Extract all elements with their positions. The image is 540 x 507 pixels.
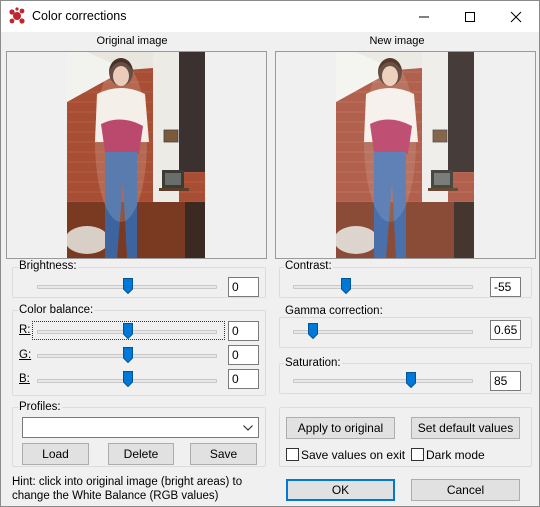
r-value-field[interactable]: 0: [228, 321, 259, 341]
hint-line-1: Hint: click into original image (bright …: [12, 476, 243, 488]
color-balance-label: Color balance:: [18, 304, 95, 316]
saturation-slider-track[interactable]: [293, 379, 473, 383]
hint-text: Hint: click into original image (bright …: [12, 475, 272, 503]
title-bar: Color corrections: [1, 1, 539, 32]
color-corrections-dialog: Color corrections Original image New ima…: [0, 0, 540, 507]
dark-mode-checkbox[interactable]: [411, 448, 424, 461]
maximize-button[interactable]: [447, 1, 493, 32]
save-profile-button[interactable]: Save: [190, 443, 257, 465]
b-slider-thumb[interactable]: [123, 371, 133, 387]
new-image-label: New image: [369, 35, 425, 47]
cancel-button[interactable]: Cancel: [411, 479, 520, 501]
close-button[interactable]: [493, 1, 539, 32]
window-title: Color corrections: [32, 9, 127, 23]
gamma-label: Gamma correction:: [284, 305, 384, 317]
r-slider-thumb[interactable]: [123, 323, 133, 339]
saturation-value-field[interactable]: 85: [490, 371, 521, 391]
app-icon: [9, 7, 25, 24]
contrast-slider-track[interactable]: [293, 285, 473, 289]
saturation-label: Saturation:: [284, 357, 342, 369]
original-image-label: Original image: [96, 35, 168, 47]
apply-to-original-button[interactable]: Apply to original: [286, 417, 395, 439]
chevron-down-icon: [243, 425, 253, 431]
save-values-on-exit-checkbox[interactable]: [286, 448, 299, 461]
close-icon: [510, 11, 522, 23]
profiles-label: Profiles:: [18, 401, 62, 413]
b-label: B:: [19, 373, 30, 385]
brightness-label: Brightness:: [18, 260, 78, 272]
gamma-slider-thumb[interactable]: [308, 323, 318, 339]
load-button[interactable]: Load: [22, 443, 89, 465]
gamma-slider-track[interactable]: [293, 330, 473, 334]
contrast-value-field[interactable]: -55: [490, 277, 521, 297]
saturation-slider-thumb[interactable]: [406, 372, 416, 388]
contrast-slider-thumb[interactable]: [341, 278, 351, 294]
contrast-label: Contrast:: [284, 260, 333, 272]
delete-button[interactable]: Delete: [108, 443, 174, 465]
brightness-value-field[interactable]: 0: [228, 277, 259, 297]
ok-button[interactable]: OK: [286, 479, 395, 501]
minimize-button[interactable]: [401, 1, 447, 32]
save-values-on-exit-label[interactable]: Save values on exit: [301, 448, 405, 462]
minimize-icon: [419, 16, 429, 18]
profiles-dropdown[interactable]: [22, 417, 259, 438]
dark-mode-label[interactable]: Dark mode: [426, 448, 485, 462]
maximize-icon: [465, 12, 475, 22]
original-photo[interactable]: [67, 52, 205, 258]
hint-line-2: change the White Balance (RGB values): [12, 490, 219, 502]
g-label: G:: [19, 349, 32, 361]
new-image-panel: [275, 51, 536, 259]
b-value-field[interactable]: 0: [228, 369, 259, 389]
set-default-values-button[interactable]: Set default values: [411, 417, 520, 439]
g-slider-thumb[interactable]: [123, 347, 133, 363]
gamma-value-field[interactable]: 0.65: [490, 320, 521, 340]
new-photo: [336, 52, 474, 258]
brightness-slider-thumb[interactable]: [123, 278, 133, 294]
g-value-field[interactable]: 0: [228, 345, 259, 365]
original-image-panel[interactable]: [6, 51, 267, 259]
r-label: R:: [19, 324, 31, 336]
